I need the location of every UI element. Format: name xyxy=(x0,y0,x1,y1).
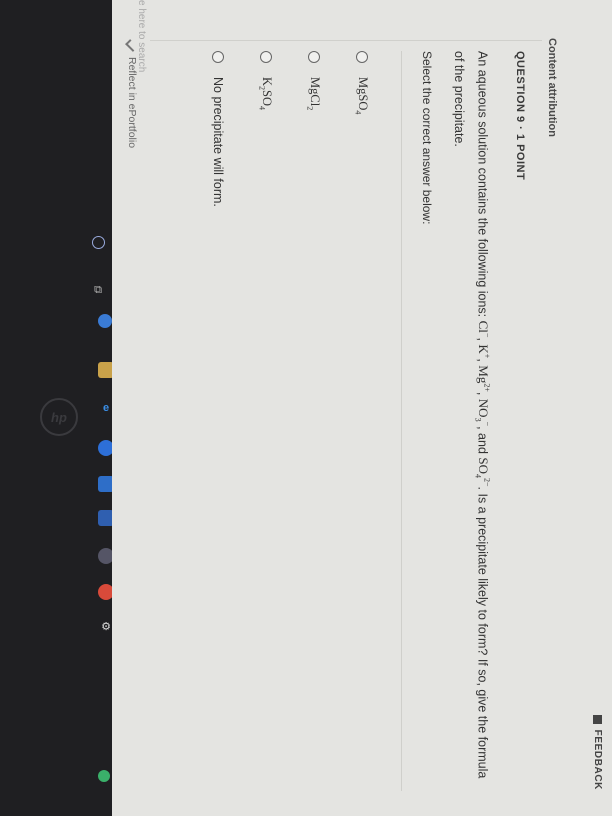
radio-button[interactable] xyxy=(260,51,272,63)
divider xyxy=(401,51,402,791)
radio-button[interactable] xyxy=(308,51,320,63)
ion-potassium: K+ xyxy=(475,344,491,359)
top-bar: FEEDBACK xyxy=(584,0,612,816)
option-k2so4[interactable]: K2SO4 xyxy=(242,51,290,791)
windows-icon[interactable] xyxy=(92,236,105,249)
ion-chloride: Cl− xyxy=(475,320,491,338)
question-page: FEEDBACK Content attribution QUESTION 9 … xyxy=(112,0,612,816)
chrome-taskbar-icon[interactable] xyxy=(98,314,112,328)
search-area: e here to search xyxy=(112,0,148,816)
content-attribution-link[interactable]: Content attribution xyxy=(546,38,558,137)
taskbar-search-input[interactable]: e here to search xyxy=(132,0,152,180)
feedback-icon xyxy=(593,714,603,724)
option-no-precipitate[interactable]: No precipitate will form. xyxy=(194,51,242,791)
question-number: QUESTION 9 · 1 POINT xyxy=(514,51,526,181)
network-icon[interactable] xyxy=(98,770,110,782)
feedback-button[interactable]: FEEDBACK xyxy=(592,714,604,790)
question-card: QUESTION 9 · 1 POINT An aqueous solution… xyxy=(150,40,542,811)
ion-nitrate: NO3− xyxy=(473,398,491,427)
option-mgso4[interactable]: MgSO4 xyxy=(338,51,386,791)
select-instruction: Select the correct answer below: xyxy=(420,51,434,225)
screen: ⧉ e ⚙ hp FEEDBACK Content attribution QU… xyxy=(0,0,612,816)
answer-options: MgSO4 MgCl2 K2SO4 No precipitate will fo… xyxy=(194,51,386,791)
task-view-icon[interactable]: ⧉ xyxy=(90,282,106,298)
option-mgcl2[interactable]: MgCl2 xyxy=(290,51,338,791)
radio-button[interactable] xyxy=(356,51,368,63)
question-text: An aqueous solution contains the followi… xyxy=(452,51,491,779)
hp-logo-icon: hp xyxy=(40,398,78,436)
ion-magnesium: Mg2+ xyxy=(475,365,491,392)
taskbar: ⧉ e ⚙ hp xyxy=(0,0,114,816)
radio-button[interactable] xyxy=(212,51,224,63)
ion-sulfate: SO42− xyxy=(473,457,491,487)
feedback-label: FEEDBACK xyxy=(592,729,604,790)
